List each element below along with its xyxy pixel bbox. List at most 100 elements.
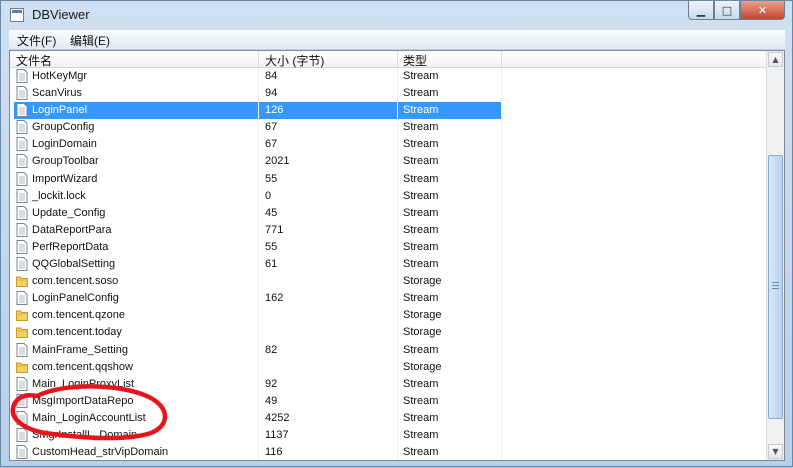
file-icon [16,427,28,442]
row-size: 162 [265,292,284,305]
grid-line [501,102,502,120]
table-row[interactable]: com.tencent.qqshow Storage [10,358,767,376]
table-row[interactable]: _lockit.lock 0 Stream [10,187,767,205]
row-size: 84 [265,70,278,82]
column-divider[interactable] [397,51,398,67]
file-icon [16,239,28,254]
row-type: Stream [403,411,439,424]
table-row[interactable]: HotKeyMgr 84 Stream [10,68,767,86]
grid-line [501,170,502,188]
table-row[interactable]: com.tencent.qzone Storage [10,307,767,325]
grid-line [397,102,398,120]
row-type: Stream [403,292,439,305]
file-list[interactable]: 文件名 大小 (字节) 类型 HotKeyMgr 84 Stream ScanViru… [9,50,785,461]
close-button[interactable]: ✕ [740,1,785,20]
row-name: MsgImportDataRepo [32,394,134,407]
grid-line [397,307,398,325]
table-row[interactable]: ScanVirus 94 Stream [10,85,767,103]
row-size: 126 [265,104,284,117]
column-header-size[interactable]: 大小 (字节) [265,52,324,68]
grid-line [501,119,502,137]
app-icon [10,8,24,22]
table-row[interactable]: CustomHead_strVipDomain 116 Stream [10,444,767,460]
table-row[interactable]: GroupConfig 67 Stream [10,119,767,137]
grid-line [501,153,502,171]
column-header-type[interactable]: 类型 [403,52,427,68]
grid-line [258,426,259,445]
table-row[interactable]: SMgrInstallL_Domain 1137 Stream [10,426,767,445]
row-name: DataReportPara [32,223,112,236]
file-icon [16,257,28,272]
file-icon [16,86,28,101]
row-type: Stream [403,121,439,134]
grid-line [258,221,259,239]
vertical-scrollbar[interactable]: ▲ ▼ [766,51,784,460]
row-type: Stream [403,343,439,356]
grid-line [397,358,398,376]
row-name: GroupConfig [32,121,95,134]
row-size: 67 [265,121,278,134]
scroll-down-button[interactable]: ▼ [768,444,783,459]
minimize-button[interactable]: ▁ [688,1,714,20]
table-row[interactable]: com.tencent.today Storage [10,324,767,342]
maximize-button[interactable]: □ [714,1,740,20]
table-row[interactable]: LoginPanel 126 Stream [10,102,767,120]
row-type: Stream [403,189,439,202]
table-row[interactable]: LoginDomain 67 Stream [10,136,767,154]
grid-line [397,221,398,239]
table-row[interactable]: Main_LoginAccountList 4252 Stream [10,409,767,427]
grid-line [397,238,398,257]
table-row[interactable]: PerfReportData 55 Stream [10,238,767,257]
table-row[interactable]: LoginPanelConfig 162 Stream [10,290,767,308]
column-divider[interactable] [501,51,502,67]
column-header-name[interactable]: 文件名 [16,52,52,68]
grid-line [397,444,398,460]
menu-file[interactable]: 文件(F) [17,32,56,49]
table-row[interactable]: com.tencent.soso Storage [10,273,767,291]
column-divider[interactable] [258,51,259,67]
table-row[interactable]: QQGlobalSetting 61 Stream [10,256,767,274]
grid-line [258,119,259,137]
row-type: Stream [403,428,439,441]
grid-line [501,85,502,103]
grid-line [501,68,502,86]
table-row[interactable]: Update_Config 45 Stream [10,204,767,222]
file-icon [16,376,28,391]
row-type: Stream [403,172,439,185]
table-row[interactable]: MsgImportDataRepo 49 Stream [10,392,767,410]
row-type: Storage [403,360,442,373]
grid-line [501,307,502,325]
grid-line [397,341,398,359]
menu-edit[interactable]: 编辑(E) [70,32,110,49]
grid-line [397,273,398,291]
grid-line [397,170,398,188]
grid-line [397,187,398,205]
grid-line [258,136,259,154]
row-size: 45 [265,206,278,219]
scroll-thumb[interactable] [768,155,783,419]
table-row[interactable]: DataReportPara 771 Stream [10,221,767,239]
grid-line [501,204,502,222]
grid-line [258,68,259,86]
grid-line [397,375,398,393]
file-icon [16,120,28,135]
row-name: ScanVirus [32,87,82,100]
row-type: Stream [403,206,439,219]
grid-line [501,341,502,359]
table-row[interactable]: ImportWizard 55 Stream [10,170,767,188]
scroll-up-button[interactable]: ▲ [768,52,783,67]
grid-line [258,153,259,171]
table-row[interactable]: GroupToolbar 2021 Stream [10,153,767,171]
grid-line [258,409,259,427]
title-bar[interactable]: DBViewer ▁ □ ✕ [1,1,792,29]
table-row[interactable]: Main_LoginProxyList 92 Stream [10,375,767,393]
grid-line [501,290,502,308]
grid-line [397,136,398,154]
row-type: Stream [403,377,439,390]
row-name: LoginPanel [32,104,88,117]
grid-line [501,221,502,239]
grid-line [258,256,259,274]
grid-line [501,136,502,154]
grid-line [397,290,398,308]
table-row[interactable]: MainFrame_Setting 82 Stream [10,341,767,359]
